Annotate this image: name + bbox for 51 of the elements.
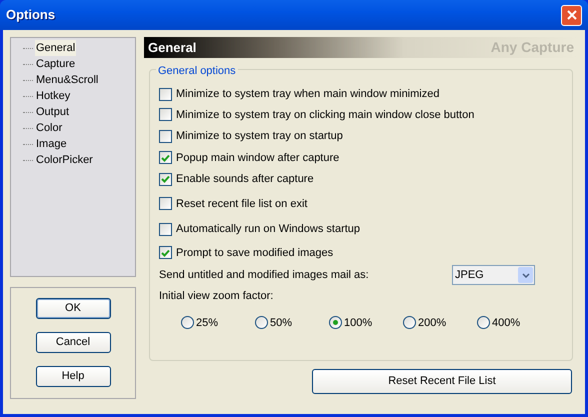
checkbox-label: Minimize to system tray when main window minimized	[176, 87, 440, 102]
zoom-label: Initial view zoom factor:	[159, 289, 274, 304]
group-title: General options	[156, 63, 238, 80]
checkbox-label: Reset recent file list on exit	[176, 196, 308, 212]
radio-label: 200%	[418, 316, 446, 330]
dropdown-arrow-button[interactable]	[518, 267, 533, 283]
radio-label: 400%	[492, 316, 520, 330]
header-title: General	[148, 38, 196, 57]
radio-label: 100%	[344, 316, 372, 330]
tree-item[interactable]: Hotkey	[35, 88, 72, 104]
radio-button[interactable]	[255, 316, 268, 330]
tree-item[interactable]: General	[35, 40, 76, 56]
checkbox[interactable]	[159, 108, 172, 122]
checkbox-label: Minimize to system tray on startup	[176, 129, 343, 144]
mail-format-label: Send untitled and modified images mail as:	[159, 268, 369, 283]
reset-file-list-button[interactable]: Reset Recent File List	[312, 369, 572, 394]
dialog-button[interactable]: OK	[36, 298, 110, 319]
radio-button[interactable]	[329, 316, 342, 330]
checkbox-label: Prompt to save modified images	[176, 246, 334, 260]
checkmark-icon	[161, 248, 170, 257]
window-title: Options	[6, 6, 56, 24]
checkbox-label: Enable sounds after capture	[176, 172, 314, 187]
checkbox[interactable]	[159, 222, 172, 236]
checkbox[interactable]	[159, 151, 172, 164]
dialog-button[interactable]: Cancel	[36, 332, 110, 353]
checkbox[interactable]	[159, 88, 172, 101]
close-button[interactable]	[561, 4, 582, 26]
format-dropdown[interactable]: JPEG	[452, 265, 535, 285]
checkbox-label: Minimize to system tray on clicking main window close button	[176, 108, 474, 122]
tree-item[interactable]: ColorPicker	[35, 152, 94, 168]
caret-icon	[522, 272, 530, 278]
checkmark-icon	[161, 154, 170, 162]
radio-button[interactable]	[477, 316, 490, 330]
radio-button[interactable]	[181, 316, 194, 330]
tree-item[interactable]: Menu&Scroll	[35, 72, 100, 88]
checkbox[interactable]	[159, 130, 172, 143]
tree-item[interactable]: Color	[35, 120, 64, 136]
checkbox[interactable]	[159, 197, 172, 210]
checkbox-label: Popup main window after capture	[176, 150, 340, 166]
checkbox[interactable]	[159, 172, 172, 186]
tree-item[interactable]: Image	[35, 136, 68, 152]
checkbox[interactable]	[159, 246, 172, 260]
dialog-button[interactable]: Help	[36, 366, 110, 387]
checkbox-label: Automatically run on Windows startup	[176, 222, 360, 237]
checkmark-icon	[161, 175, 170, 184]
radio-button[interactable]	[403, 316, 416, 330]
radio-label: 25%	[196, 316, 218, 330]
tree-item[interactable]: Capture	[35, 56, 76, 72]
tree-item[interactable]: Output	[35, 104, 70, 120]
close-icon	[566, 10, 576, 20]
radio-label: 50%	[270, 316, 292, 330]
